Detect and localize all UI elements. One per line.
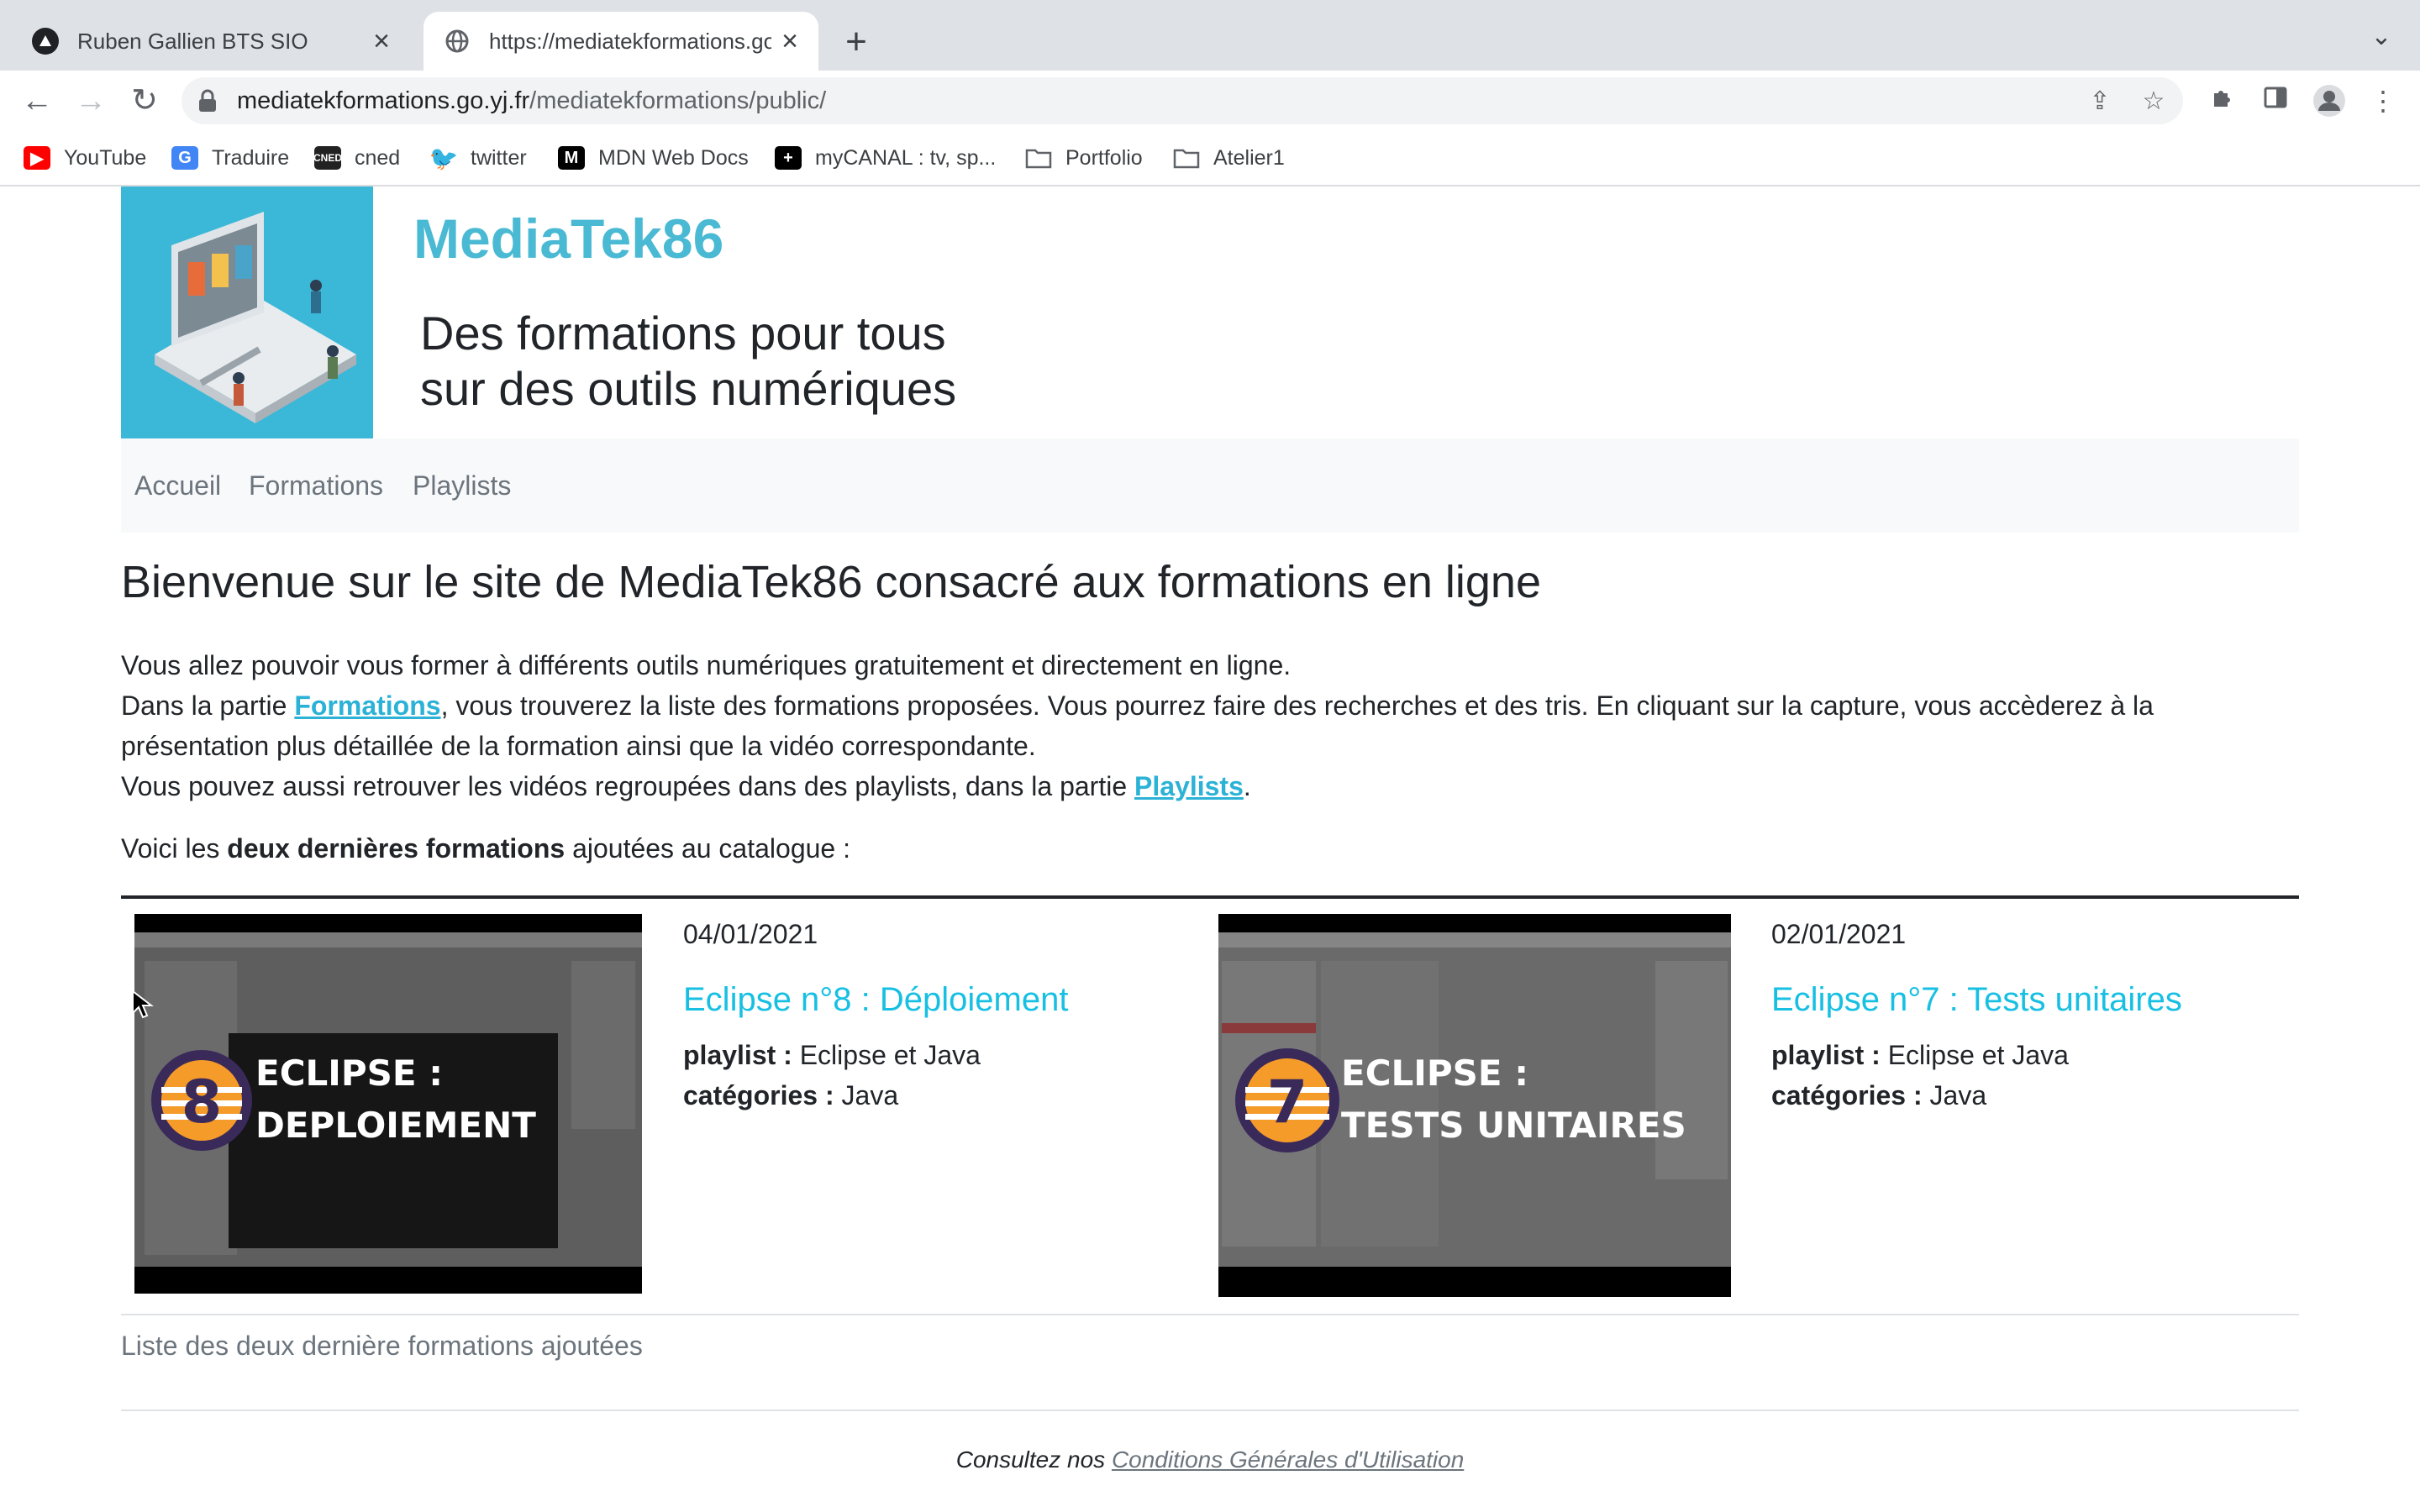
star-icon[interactable]: ☆ <box>2139 87 2168 116</box>
mouse-cursor-icon <box>132 990 154 1019</box>
bookmark-youtube[interactable]: ▶ YouTube <box>24 143 146 173</box>
reload-icon[interactable]: ↻ <box>123 79 166 123</box>
intro-paragraph: Dans la partie Formations, vous trouvere… <box>121 690 2154 761</box>
page-heading: Bienvenue sur le site de MediaTek86 cons… <box>121 557 1541 607</box>
chevron-down-icon[interactable]: ⌄ <box>2365 20 2398 54</box>
folder-icon <box>1173 146 1200 170</box>
thumbnail-number: 8 <box>182 1068 223 1137</box>
thumbnail-title-line: ECLIPSE : <box>255 1053 443 1094</box>
thumbnail-number: 7 <box>1267 1068 1308 1137</box>
back-arrow-icon[interactable]: ← <box>15 79 59 123</box>
site-title: MediaTek86 <box>413 207 724 270</box>
app-logo-icon <box>32 28 59 55</box>
bookmark-twitter[interactable]: 🐦 twitter <box>429 143 527 173</box>
main-nav: Accueil Formations Playlists <box>121 438 2299 533</box>
globe-icon <box>444 28 471 55</box>
thumbnail-title-line: ECLIPSE : <box>1341 1053 1528 1094</box>
divider <box>121 1314 2299 1315</box>
extensions-icon[interactable] <box>2205 84 2238 118</box>
formation-playlist: playlist : Eclipse et Java <box>1771 1040 2069 1070</box>
url-path: /mediatekformations/public/ <box>529 87 827 114</box>
cgu-link[interactable]: Conditions Générales d'Utilisation <box>1112 1446 1464 1473</box>
bookmark-atelier1[interactable]: Atelier1 <box>1173 143 1285 173</box>
intro-text: Vous allez pouvoir vous former à différe… <box>121 645 2306 806</box>
site-logo-illustration <box>121 186 373 438</box>
intro-paragraph: Vous allez pouvoir vous former à différe… <box>121 650 1292 680</box>
nav-link-accueil[interactable]: Accueil <box>134 470 221 501</box>
tab-label: https://mediatekformations.go.yj.fr/medi… <box>489 28 772 54</box>
formations-link[interactable]: Formations <box>294 690 440 721</box>
page-footer: Consultez nos Conditions Générales d'Uti… <box>955 1446 1465 1473</box>
formation-playlist: playlist : Eclipse et Java <box>683 1040 981 1070</box>
bookmark-traduire[interactable]: G Traduire <box>171 143 289 173</box>
tab-label: Ruben Gallien BTS SIO <box>77 28 308 54</box>
bookmark-cned[interactable]: CNED cned <box>313 143 400 173</box>
browser-tab[interactable]: Ruben Gallien BTS SIO × <box>12 12 410 71</box>
table-caption: Liste des deux dernière formations ajout… <box>121 1331 643 1361</box>
formation-categories: catégories : Java <box>1771 1080 1987 1110</box>
cned-icon: CNED <box>313 146 342 170</box>
thumbnail-title-line: TESTS UNITAIRES <box>1341 1105 1686 1146</box>
nav-link-playlists[interactable]: Playlists <box>413 470 511 501</box>
youtube-icon: ▶ <box>24 146 50 170</box>
nav-link-formations[interactable]: Formations <box>249 470 383 501</box>
lock-icon <box>197 89 218 113</box>
formation-title-link[interactable]: Eclipse n°7 : Tests unitaires <box>1771 981 2182 1019</box>
bookmark-mdn[interactable]: M MDN Web Docs <box>558 143 749 173</box>
mdn-icon: M <box>558 146 585 170</box>
divider <box>121 1410 2299 1411</box>
browser-toolbar: ← → ↻ mediatekformations.go.yj.fr/mediat… <box>0 71 2420 131</box>
site-tagline: Des formations pour tous sur des outils … <box>420 307 957 415</box>
forward-arrow-icon[interactable]: → <box>69 79 113 123</box>
twitter-icon: 🐦 <box>429 144 459 171</box>
formation-categories: catégories : Java <box>683 1080 899 1110</box>
thumbnail-title-line: DEPLOIEMENT <box>255 1105 536 1146</box>
divider <box>121 895 2299 899</box>
formation-thumbnail[interactable]: 7 ECLIPSE : TESTS UNITAIRES <box>1218 914 1731 1297</box>
formation-date: 04/01/2021 <box>683 919 818 949</box>
intro-paragraph: Vous pouvez aussi retrouver les vidéos r… <box>121 771 1251 801</box>
folder-icon <box>1025 146 1052 170</box>
url-host: mediatekformations.go.yj.fr <box>237 87 530 114</box>
formation-date: 02/01/2021 <box>1771 919 1907 949</box>
browser-tab-active[interactable]: https://mediatekformations.go.yj.fr/medi… <box>424 12 818 71</box>
latest-formations-intro: Voici les deux dernières formations ajou… <box>121 833 850 864</box>
close-icon[interactable]: × <box>781 25 798 58</box>
side-panel-icon[interactable] <box>2259 84 2292 118</box>
bookmark-portfolio[interactable]: Portfolio <box>1025 143 1143 173</box>
close-icon[interactable]: × <box>373 25 390 58</box>
more-menu-icon[interactable]: ⋮ <box>2366 84 2400 118</box>
share-icon[interactable]: ⇪ <box>2086 87 2114 116</box>
bookmark-mycanal[interactable]: + myCANAL : tv, sp... <box>775 143 996 173</box>
profile-avatar-icon[interactable] <box>2312 84 2346 118</box>
google-translate-icon: G <box>171 146 198 170</box>
browser-tab-bar: Ruben Gallien BTS SIO × https://mediatek… <box>0 0 2420 71</box>
mycanal-icon: + <box>775 146 802 170</box>
address-bar[interactable]: mediatekformations.go.yj.fr/mediatekform… <box>182 77 2183 124</box>
playlists-link[interactable]: Playlists <box>1134 771 1244 801</box>
new-tab-button[interactable]: + <box>835 18 877 66</box>
web-page: MediaTek86 Des formations pour tous sur … <box>0 186 2420 1512</box>
bookmarks-bar: ▶ YouTube G Traduire CNED cned 🐦 twitter… <box>0 131 2420 186</box>
formation-title-link[interactable]: Eclipse n°8 : Déploiement <box>683 981 1068 1019</box>
formation-thumbnail[interactable]: 8 ECLIPSE : DEPLOIEMENT <box>134 914 642 1294</box>
